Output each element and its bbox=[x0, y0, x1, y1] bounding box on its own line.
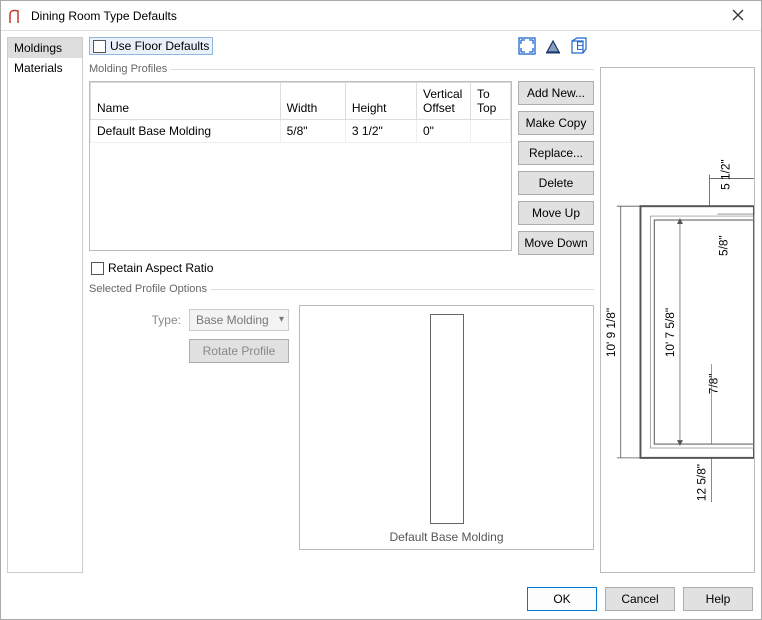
molding-profiles-legend: Molding Profiles bbox=[89, 63, 171, 75]
cancel-button[interactable]: Cancel bbox=[605, 587, 675, 611]
type-combo[interactable]: Base Molding ▾ bbox=[189, 309, 289, 331]
close-button[interactable] bbox=[723, 8, 753, 24]
rotate-profile-button[interactable]: Rotate Profile bbox=[189, 339, 289, 363]
dim-a: 5 1/2" bbox=[718, 159, 732, 190]
expand-icon[interactable] bbox=[518, 37, 536, 55]
dialog-footer: OK Cancel Help bbox=[1, 579, 761, 619]
cell-to-top bbox=[471, 120, 511, 143]
retain-aspect-ratio-label: Retain Aspect Ratio bbox=[108, 261, 213, 275]
col-vertical-offset[interactable]: Vertical Offset bbox=[417, 83, 471, 120]
profile-list-buttons: Add New... Make Copy Replace... Delete M… bbox=[518, 81, 594, 255]
add-new-button[interactable]: Add New... bbox=[518, 81, 594, 105]
retain-aspect-ratio-checkbox[interactable]: Retain Aspect Ratio bbox=[89, 261, 594, 275]
use-floor-defaults-checkbox[interactable]: Use Floor Defaults bbox=[89, 37, 213, 55]
window-title: Dining Room Type Defaults bbox=[31, 9, 723, 23]
dialog-body: Moldings Materials Use Floor Defaults bbox=[1, 31, 761, 579]
profile-preview: Default Base Molding bbox=[299, 305, 594, 550]
dim-d: 10' 7 5/8" bbox=[663, 308, 677, 357]
profile-shape bbox=[430, 314, 464, 524]
col-name[interactable]: Name bbox=[91, 83, 281, 120]
nav-item-materials[interactable]: Materials bbox=[8, 58, 82, 78]
top-bar: Use Floor Defaults E bbox=[89, 37, 594, 55]
cell-vertical-offset: 0" bbox=[417, 120, 471, 143]
help-button[interactable]: Help bbox=[683, 587, 753, 611]
plan-preview[interactable]: 5 1/2" 5/8" 10' 9 1/8" 10' 7 5/8" 7/8" bbox=[600, 67, 755, 573]
make-copy-button[interactable]: Make Copy bbox=[518, 111, 594, 135]
cell-height: 3 1/2" bbox=[345, 120, 416, 143]
svg-text:E: E bbox=[576, 39, 584, 53]
delete-button[interactable]: Delete bbox=[518, 171, 594, 195]
ok-button[interactable]: OK bbox=[527, 587, 597, 611]
dialog-window: Dining Room Type Defaults Moldings Mater… bbox=[0, 0, 762, 620]
preview-toolbar: E bbox=[518, 37, 594, 55]
selected-profile-group: Selected Profile Options Type: Base Mold… bbox=[89, 283, 594, 550]
table-row[interactable]: Default Base Molding 5/8" 3 1/2" 0" bbox=[91, 120, 511, 143]
app-icon bbox=[9, 8, 25, 24]
dim-b: 5/8" bbox=[716, 235, 730, 256]
type-label: Type: bbox=[152, 313, 181, 327]
category-list: Moldings Materials bbox=[7, 37, 83, 573]
cell-width: 5/8" bbox=[280, 120, 345, 143]
dim-e: 7/8" bbox=[706, 374, 720, 395]
molding-profiles-group: Molding Profiles Name Width Height Verti… bbox=[89, 63, 594, 275]
title-bar: Dining Room Type Defaults bbox=[1, 1, 761, 31]
col-height[interactable]: Height bbox=[345, 83, 416, 120]
dim-f: 12 5/8" bbox=[695, 464, 709, 501]
selected-profile-legend: Selected Profile Options bbox=[89, 283, 211, 295]
right-preview-panel: 5 1/2" 5/8" 10' 9 1/8" 10' 7 5/8" 7/8" bbox=[600, 37, 755, 573]
profile-preview-label: Default Base Molding bbox=[389, 530, 503, 544]
main-panel: Use Floor Defaults E Molding Profiles bbox=[89, 37, 594, 573]
dim-c: 10' 9 1/8" bbox=[604, 308, 618, 357]
replace-button[interactable]: Replace... bbox=[518, 141, 594, 165]
col-to-top[interactable]: To Top bbox=[471, 83, 511, 120]
checkbox-icon bbox=[91, 262, 104, 275]
nav-item-moldings[interactable]: Moldings bbox=[8, 38, 82, 58]
color-toggle-icon[interactable] bbox=[544, 37, 562, 55]
checkbox-icon bbox=[93, 40, 106, 53]
move-up-button[interactable]: Move Up bbox=[518, 201, 594, 225]
chevron-down-icon: ▾ bbox=[279, 314, 284, 325]
cell-name: Default Base Molding bbox=[91, 120, 281, 143]
molding-profiles-table-container: Name Width Height Vertical Offset To Top… bbox=[89, 81, 512, 251]
use-floor-defaults-label: Use Floor Defaults bbox=[110, 39, 209, 53]
plan-preview-svg: 5 1/2" 5/8" 10' 9 1/8" 10' 7 5/8" 7/8" bbox=[601, 68, 754, 571]
type-combo-value: Base Molding bbox=[196, 313, 269, 327]
move-down-button[interactable]: Move Down bbox=[518, 231, 594, 255]
col-width[interactable]: Width bbox=[280, 83, 345, 120]
elevation-view-icon[interactable]: E bbox=[570, 37, 588, 55]
molding-profiles-table[interactable]: Name Width Height Vertical Offset To Top… bbox=[90, 82, 511, 143]
